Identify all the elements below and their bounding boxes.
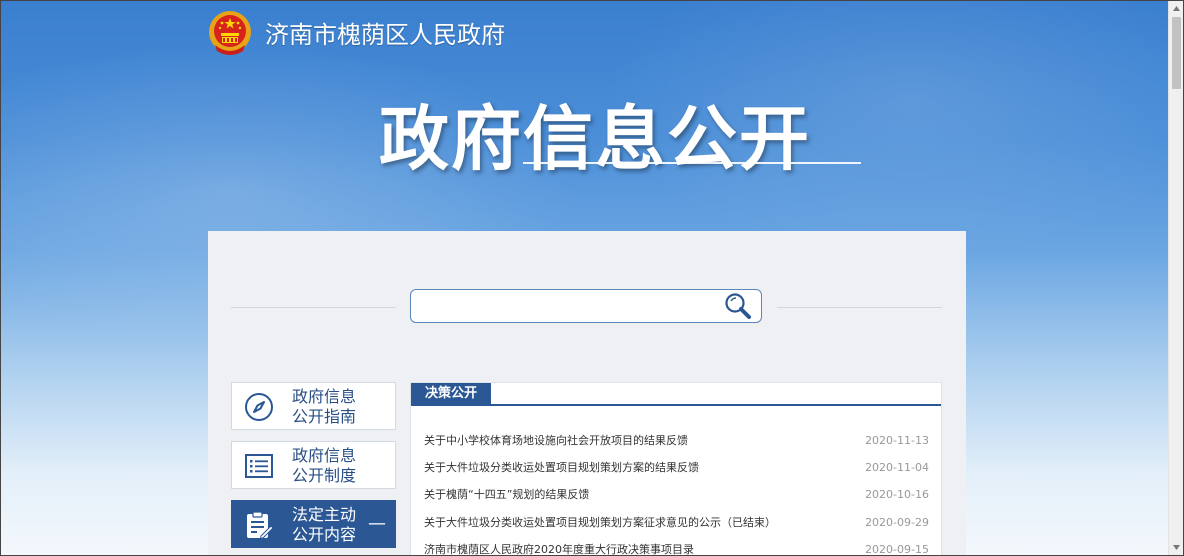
news-title-link[interactable]: 关于中小学校体育场地设施向社会开放项目的结果反馈 xyxy=(424,431,854,451)
list-item[interactable]: 关于中小学校体育场地设施向社会开放项目的结果反馈 2020-11-13 xyxy=(424,431,929,451)
news-date: 2020-09-29 xyxy=(865,516,929,529)
tab-underline xyxy=(411,404,941,406)
menu-item-label: 政府信息 公开制度 xyxy=(292,446,357,485)
scroll-up-arrow-icon[interactable] xyxy=(1169,1,1184,16)
divider-line xyxy=(231,307,396,308)
list-item[interactable]: 关于大件垃圾分类收运处置项目规划策划方案的结果反馈 2020-11-04 xyxy=(424,458,929,478)
tab-decision-disclosure[interactable]: 决策公开 xyxy=(411,383,492,405)
menu-item-disclosure-system[interactable]: 政府信息 公开制度 xyxy=(231,441,396,489)
decision-disclosure-panel: 决策公开 关于中小学校体育场地设施向社会开放项目的结果反馈 2020-11-13… xyxy=(410,382,942,556)
news-date: 2020-09-15 xyxy=(865,543,929,556)
search-box xyxy=(410,289,762,323)
list-icon xyxy=(245,454,273,478)
list-item[interactable]: 济南市槐荫区人民政府2020年度重大行政决策事项目录 2020-09-15 xyxy=(424,540,929,556)
vertical-scrollbar[interactable] xyxy=(1168,1,1184,555)
edit-document-icon xyxy=(247,511,274,540)
page-hero-title: 政府信息公开 xyxy=(379,98,811,180)
scroll-down-arrow-icon[interactable] xyxy=(1169,540,1184,555)
news-date: 2020-11-13 xyxy=(865,434,929,447)
hero-underline xyxy=(523,162,861,164)
news-title-link[interactable]: 济南市槐荫区人民政府2020年度重大行政决策事项目录 xyxy=(424,540,854,555)
menu-item-label: 政府信息 公开指南 xyxy=(292,387,357,426)
divider-line xyxy=(777,307,942,308)
menu-item-disclosure-guide[interactable]: 政府信息 公开指南 xyxy=(231,382,396,430)
menu-item-mandatory-disclosure[interactable]: 法定主动 公开内容 — xyxy=(231,500,396,548)
news-date: 2020-10-16 xyxy=(865,488,929,501)
news-title-link[interactable]: 关于大件垃圾分类收运处置项目规划策划方案征求意见的公示（已结束） xyxy=(424,513,854,533)
browser-viewport: 济南市槐荫区人民政府 政府信息公开 政府信息 公开指南 政府信息 公开制度 法定… xyxy=(0,0,1184,556)
site-title[interactable]: 济南市槐荫区人民政府 xyxy=(265,15,505,50)
news-title-link[interactable]: 关于大件垃圾分类收运处置项目规划策划方案的结果反馈 xyxy=(424,458,854,478)
collapse-toggle[interactable]: — xyxy=(368,513,386,534)
news-date: 2020-11-04 xyxy=(865,461,929,474)
list-item[interactable]: 关于大件垃圾分类收运处置项目规划策划方案征求意见的公示（已结束） 2020-09… xyxy=(424,513,929,533)
scrollbar-thumb[interactable] xyxy=(1172,17,1181,89)
search-input[interactable] xyxy=(419,294,723,320)
national-emblem-icon[interactable] xyxy=(207,9,253,57)
compass-icon xyxy=(245,393,273,421)
news-title-link[interactable]: 关于槐荫“十四五”规划的结果反馈 xyxy=(424,485,854,505)
search-icon[interactable] xyxy=(723,291,753,321)
list-item[interactable]: 关于槐荫“十四五”规划的结果反馈 2020-10-16 xyxy=(424,485,929,505)
